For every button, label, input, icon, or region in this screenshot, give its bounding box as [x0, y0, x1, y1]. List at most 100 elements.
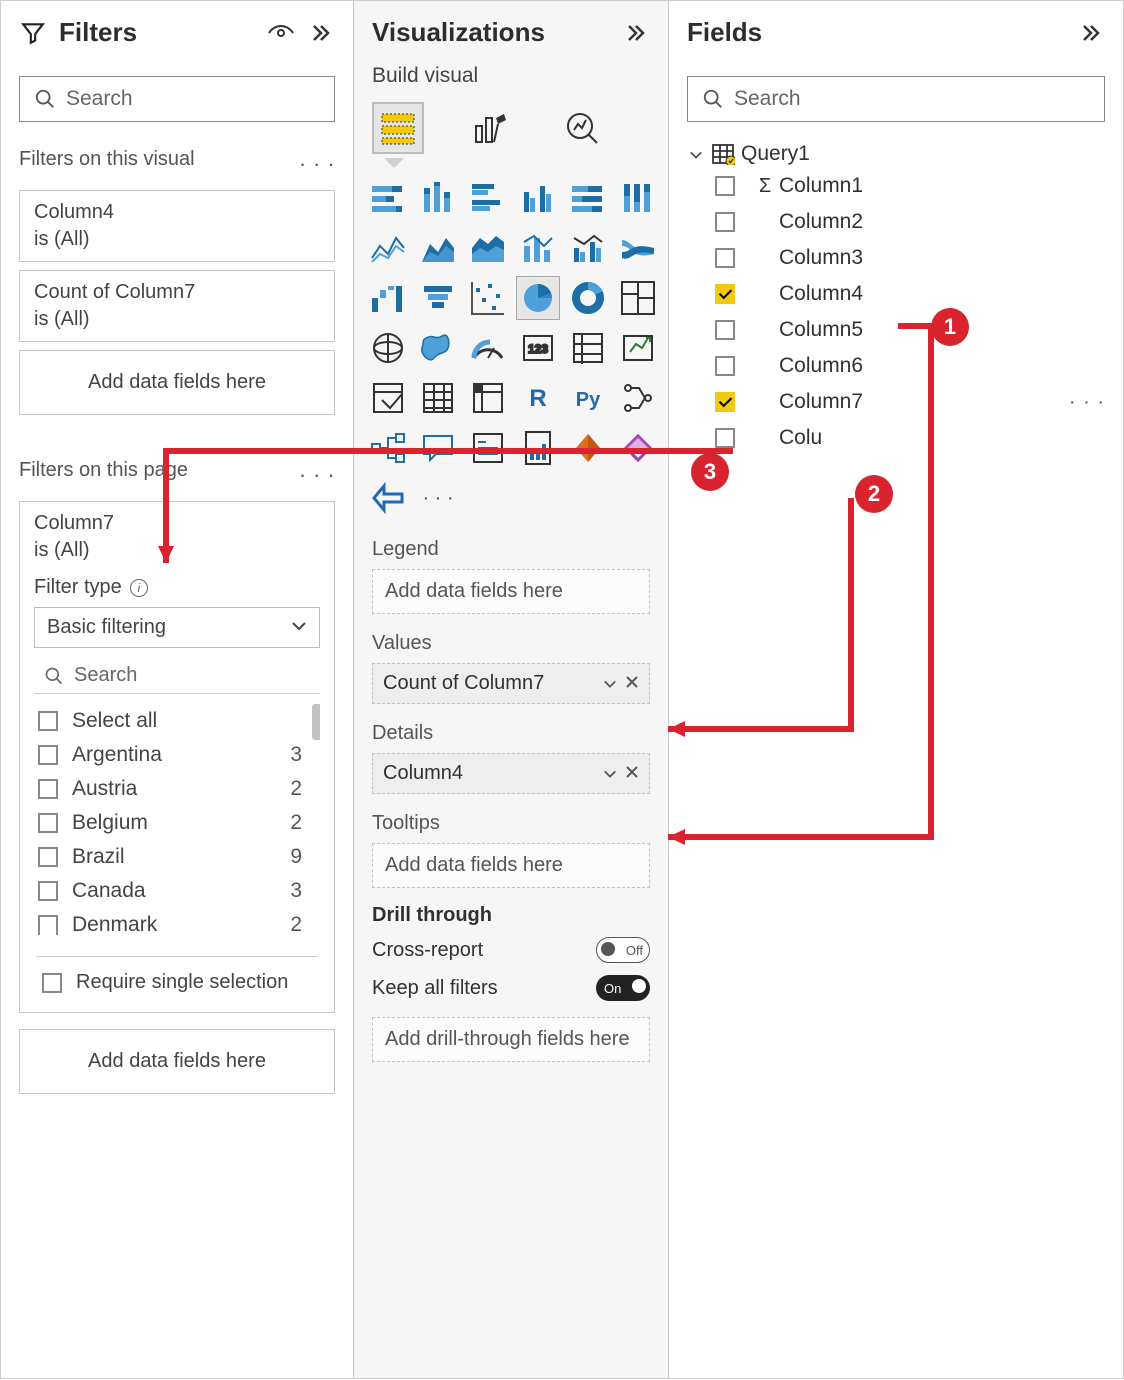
values-field-pill[interactable]: Count of Column7 — [372, 663, 650, 704]
field-row-column5[interactable]: Column5 — [669, 312, 1123, 348]
filter-values-list[interactable]: Select all Argentina 3 Austria 2 Belgium… — [34, 704, 320, 946]
kpi-icon[interactable] — [616, 326, 660, 370]
smart-narrative-icon[interactable] — [466, 426, 510, 470]
collapse-icon[interactable] — [1077, 19, 1105, 47]
map-icon[interactable] — [366, 326, 410, 370]
paginated-report-icon[interactable] — [516, 426, 560, 470]
line-chart-icon[interactable] — [366, 226, 410, 270]
filter-card-count-column7[interactable]: Count of Column7 is (All) — [19, 270, 335, 342]
more-icon[interactable]: . . . — [299, 457, 335, 483]
field-row-column6[interactable]: Column6 — [669, 348, 1123, 384]
format-visual-tab[interactable] — [464, 102, 516, 154]
power-apps-icon[interactable] — [566, 426, 610, 470]
scatter-chart-icon[interactable] — [466, 276, 510, 320]
require-single-selection[interactable]: Require single selection — [36, 956, 318, 998]
checkbox-icon[interactable] — [715, 356, 735, 376]
filter-value-item[interactable]: Brazil 9 — [34, 840, 306, 874]
clustered-bar-icon[interactable] — [466, 176, 510, 220]
field-row-column2[interactable]: Column2 — [669, 204, 1123, 240]
checkbox-icon[interactable] — [38, 915, 58, 935]
checkbox-icon[interactable] — [715, 428, 735, 448]
scrollbar[interactable] — [312, 704, 320, 740]
key-influencers-icon[interactable] — [616, 376, 660, 420]
card-icon[interactable]: 123 — [516, 326, 560, 370]
gauge-icon[interactable] — [466, 326, 510, 370]
cross-report-toggle[interactable]: Off — [596, 937, 650, 963]
checkbox-icon[interactable] — [38, 847, 58, 867]
checkbox-icon[interactable] — [715, 248, 735, 268]
field-row-column3[interactable]: Column3 — [669, 240, 1123, 276]
field-row-colu[interactable]: Colu — [669, 420, 1123, 456]
keep-filters-toggle[interactable]: On — [596, 975, 650, 1001]
get-more-visuals-icon[interactable] — [366, 476, 410, 520]
filter-value-item[interactable]: Argentina 3 — [34, 738, 306, 772]
100-stacked-column-icon[interactable] — [616, 176, 660, 220]
filter-type-select[interactable]: Basic filtering — [34, 607, 320, 648]
legend-drop[interactable]: Add data fields here — [372, 569, 650, 614]
details-field-pill[interactable]: Column4 — [372, 753, 650, 794]
checkbox-icon[interactable] — [715, 176, 735, 196]
remove-icon[interactable] — [625, 672, 639, 695]
stacked-bar-icon[interactable] — [366, 176, 410, 220]
power-automate-icon[interactable] — [616, 426, 660, 470]
fields-search[interactable]: Search — [687, 76, 1105, 122]
r-visual-icon[interactable]: R — [516, 376, 560, 420]
checkbox-icon[interactable] — [38, 711, 58, 731]
remove-icon[interactable] — [625, 762, 639, 785]
qa-visual-icon[interactable] — [416, 426, 460, 470]
multi-row-card-icon[interactable] — [566, 326, 610, 370]
checkbox-icon[interactable] — [715, 392, 735, 412]
filter-value-item[interactable]: Canada 3 — [34, 874, 306, 908]
analytics-tab[interactable] — [556, 102, 608, 154]
clustered-column-icon[interactable] — [516, 176, 560, 220]
donut-chart-icon[interactable] — [566, 276, 610, 320]
field-row-column4[interactable]: Column4 — [669, 276, 1123, 312]
table-icon[interactable] — [416, 376, 460, 420]
matrix-icon[interactable] — [466, 376, 510, 420]
slicer-icon[interactable] — [366, 376, 410, 420]
more-icon[interactable]: . . . — [299, 146, 335, 172]
tooltips-drop[interactable]: Add data fields here — [372, 843, 650, 888]
chevron-down-icon[interactable] — [603, 672, 617, 695]
filters-visual-drop[interactable]: Add data fields here — [19, 350, 335, 415]
table-row[interactable]: Query1 — [669, 140, 1123, 168]
funnel-chart-icon[interactable] — [416, 276, 460, 320]
filters-page-drop[interactable]: Add data fields here — [19, 1029, 335, 1094]
checkbox-icon[interactable] — [42, 973, 62, 993]
collapse-icon[interactable] — [307, 19, 335, 47]
field-row-column7[interactable]: Column7· · · — [669, 384, 1123, 420]
combo-column-line2-icon[interactable] — [566, 226, 610, 270]
stacked-area-icon[interactable] — [466, 226, 510, 270]
filled-map-icon[interactable] — [416, 326, 460, 370]
checkbox-icon[interactable] — [38, 745, 58, 765]
checkbox-icon[interactable] — [38, 779, 58, 799]
checkbox-icon[interactable] — [715, 320, 735, 340]
waterfall-icon[interactable] — [366, 276, 410, 320]
combo-column-line-icon[interactable] — [516, 226, 560, 270]
stacked-column-icon[interactable] — [416, 176, 460, 220]
checkbox-icon[interactable] — [38, 881, 58, 901]
more-icon[interactable]: · · · — [1069, 391, 1105, 414]
filter-value-item[interactable]: Select all — [34, 704, 306, 738]
filter-card-column4[interactable]: Column4 is (All) — [19, 190, 335, 262]
filters-search[interactable]: Search — [19, 76, 335, 122]
checkbox-icon[interactable] — [715, 212, 735, 232]
ribbon-chart-icon[interactable] — [616, 226, 660, 270]
chevron-down-icon[interactable] — [603, 762, 617, 785]
pie-chart-icon[interactable] — [516, 276, 560, 320]
filter-values-search[interactable]: Search — [34, 658, 320, 694]
more-visuals-icon[interactable]: · · · — [416, 476, 460, 520]
area-chart-icon[interactable] — [416, 226, 460, 270]
collapse-icon[interactable] — [622, 19, 650, 47]
filter-card-page-column7[interactable]: Column7 is (All) Filter type i Basic fil… — [19, 501, 335, 1013]
filter-value-item[interactable]: Belgium 2 — [34, 806, 306, 840]
filter-value-item[interactable]: Denmark 2 — [34, 908, 306, 942]
field-row-column1[interactable]: ΣColumn1 — [669, 168, 1123, 204]
py-visual-icon[interactable]: Py — [566, 376, 610, 420]
100-stacked-bar-icon[interactable] — [566, 176, 610, 220]
info-icon[interactable]: i — [130, 579, 148, 597]
decomposition-tree-icon[interactable] — [366, 426, 410, 470]
filter-value-item[interactable]: Austria 2 — [34, 772, 306, 806]
drill-through-drop[interactable]: Add drill-through fields here — [372, 1017, 650, 1062]
treemap-icon[interactable] — [616, 276, 660, 320]
